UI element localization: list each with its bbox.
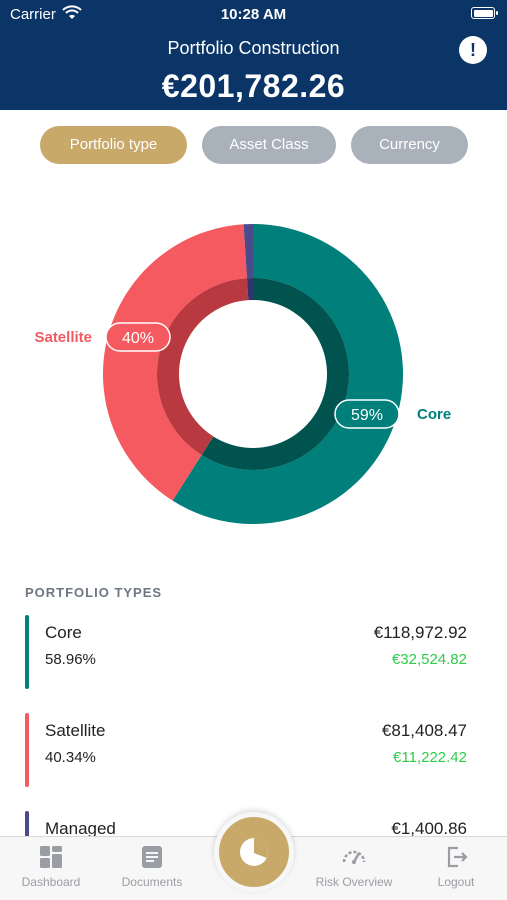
portfolio-donut-chart[interactable]: 59% Core 40% Satellite [0,200,507,560]
satellite-color-bar [25,713,29,787]
slice-percent-satellite: 40% [122,330,154,347]
tab-risk-overview[interactable]: Risk Overview [314,845,394,889]
segment-asset-class[interactable]: Asset Class [202,126,336,164]
item-amount: €118,972.92 [373,623,467,642]
app-header: Carrier 10:28 AM Portfolio Construction … [0,0,507,110]
tab-logout-label: Logout [437,875,475,889]
section-header: PORTFOLIO TYPES [25,585,163,600]
tab-logout[interactable]: Logout [416,845,496,889]
item-amount: €81,408.47 [381,721,467,740]
portfolio-construction-button[interactable] [214,812,294,892]
battery-icon [471,7,498,19]
tab-documents[interactable]: Documents [112,845,192,889]
item-percent: 40.34% [45,749,96,766]
item-name: Satellite [45,721,106,740]
segment-portfolio-type[interactable]: Portfolio type [40,126,187,164]
slice-name-core: Core [417,406,451,423]
pie-chart-icon [240,838,268,866]
status-bar: Carrier 10:28 AM [0,0,507,30]
list-item-core[interactable]: Core 58.96% €118,972.92 €32,524.82 [25,615,470,691]
list-item-satellite[interactable]: Satellite 40.34% €81,408.47 €11,222.42 [25,713,470,789]
item-name: Core [45,623,82,642]
tab-documents-label: Documents [121,875,183,889]
segment-currency[interactable]: Currency [351,126,468,164]
slice-name-satellite: Satellite [34,329,92,346]
status-time: 10:28 AM [220,6,287,23]
item-gain: €32,524.82 [391,651,467,668]
portfolio-total-value: €201,782.26 [161,68,346,104]
page-title: Portfolio Construction [167,38,340,58]
core-color-bar [25,615,29,689]
tab-dashboard-label: Dashboard [21,875,81,889]
tab-dashboard[interactable]: Dashboard [11,845,91,889]
logout-icon [447,846,468,868]
slice-percent-core: 59% [351,407,383,424]
dashboard-icon [40,846,62,868]
alert-icon[interactable]: ! [459,36,487,64]
item-gain: €11,222.42 [393,749,467,766]
gauge-icon [342,850,366,864]
item-percent: 58.96% [45,651,96,668]
tab-risk-label: Risk Overview [315,875,393,889]
segment-control: Portfolio type Asset Class Currency [0,126,507,164]
document-icon [142,846,162,868]
